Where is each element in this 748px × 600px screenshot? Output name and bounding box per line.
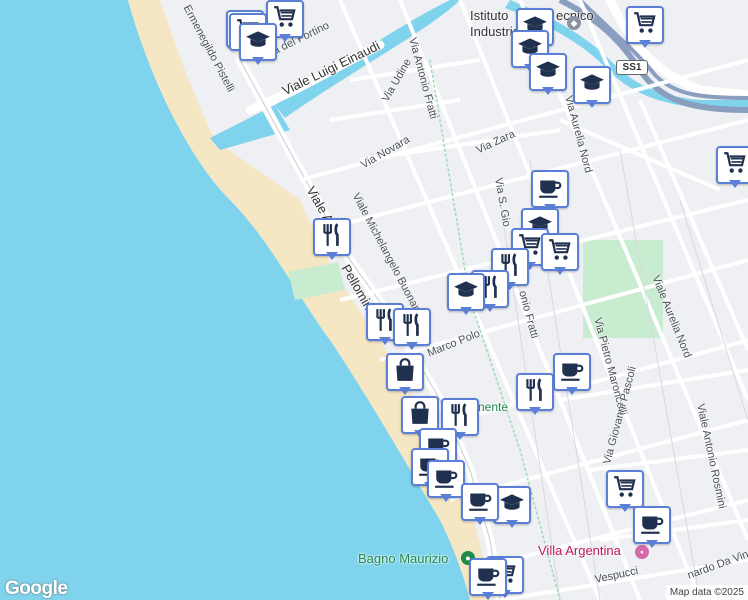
marker-tail xyxy=(586,100,598,108)
cart-icon xyxy=(612,474,638,505)
school-poi-icon[interactable]: ◆ xyxy=(567,16,581,30)
marker-box xyxy=(716,146,748,184)
shopping-bag-icon xyxy=(407,400,433,431)
poi-label-bagno-maurizio: Bagno Maurizio xyxy=(358,551,449,566)
coffee-icon xyxy=(639,510,665,541)
marker-box xyxy=(469,558,507,596)
marker-box xyxy=(516,373,554,411)
map-marker[interactable] xyxy=(633,506,671,550)
marker-tail xyxy=(379,337,391,345)
map-attribution[interactable]: Map data ©2025 xyxy=(665,585,748,600)
marker-box xyxy=(239,23,277,61)
marker-tail xyxy=(326,252,338,260)
marker-tail xyxy=(474,517,486,525)
poi-label-villa-argentina: Villa Argentina xyxy=(538,543,621,558)
marker-box xyxy=(573,66,611,104)
map-marker[interactable] xyxy=(469,558,507,600)
marker-box xyxy=(313,218,351,256)
map-marker[interactable] xyxy=(541,233,579,277)
marker-tail xyxy=(399,387,411,395)
school-icon xyxy=(499,490,525,521)
cart-icon xyxy=(547,237,573,268)
marker-tail xyxy=(566,387,578,395)
school-icon xyxy=(579,70,605,101)
shopping-bag-icon xyxy=(392,357,418,388)
cart-icon xyxy=(632,10,658,41)
school-icon xyxy=(453,277,479,308)
marker-box xyxy=(606,470,644,508)
map-view[interactable]: Ermenegildo Pistelli Viale Luigi Einaudi… xyxy=(0,0,748,600)
map-marker[interactable] xyxy=(573,66,611,110)
marker-box xyxy=(393,308,431,346)
school-icon xyxy=(245,27,271,58)
marker-tail xyxy=(619,504,631,512)
marker-tail xyxy=(646,540,658,548)
marker-tail xyxy=(484,304,496,312)
marker-tail xyxy=(252,57,264,65)
marker-tail xyxy=(406,342,418,350)
coffee-icon xyxy=(475,562,501,593)
marker-box xyxy=(626,6,664,44)
marker-box xyxy=(386,353,424,391)
marker-box xyxy=(529,53,567,91)
coffee-icon xyxy=(559,357,585,388)
map-marker[interactable] xyxy=(427,460,465,504)
ss1-road-shield: SS1 xyxy=(616,60,648,75)
marker-box xyxy=(541,233,579,271)
map-marker[interactable] xyxy=(626,6,664,50)
marker-tail xyxy=(482,592,494,600)
marker-tail xyxy=(506,520,518,528)
map-marker[interactable] xyxy=(386,353,424,397)
marker-tail xyxy=(729,180,741,188)
poi-label-istituto: Istituto xyxy=(470,8,509,23)
map-marker[interactable] xyxy=(239,23,277,67)
map-marker[interactable] xyxy=(553,353,591,397)
marker-tail xyxy=(529,407,541,415)
coffee-icon xyxy=(433,464,459,495)
marker-tail xyxy=(542,87,554,95)
map-marker[interactable] xyxy=(529,53,567,97)
map-marker[interactable] xyxy=(393,308,431,352)
restaurant-icon xyxy=(522,377,548,408)
coffee-icon xyxy=(467,487,493,518)
school-icon xyxy=(535,57,561,88)
marker-box xyxy=(531,170,569,208)
cart-icon xyxy=(722,150,748,181)
map-marker[interactable] xyxy=(313,218,351,262)
map-marker[interactable] xyxy=(716,146,748,190)
restaurant-icon xyxy=(399,312,425,343)
marker-tail xyxy=(440,494,452,502)
coffee-icon xyxy=(537,174,563,205)
google-logo: Google xyxy=(5,578,68,599)
marker-tail xyxy=(639,40,651,48)
marker-tail xyxy=(279,34,291,42)
map-marker[interactable] xyxy=(461,483,499,527)
marker-box xyxy=(633,506,671,544)
marker-box xyxy=(427,460,465,498)
map-marker[interactable] xyxy=(447,273,485,317)
marker-box xyxy=(461,483,499,521)
poi-label-nente: nente xyxy=(478,400,509,414)
marker-box xyxy=(553,353,591,391)
map-marker[interactable] xyxy=(516,373,554,417)
marker-tail xyxy=(554,267,566,275)
marker-box xyxy=(447,273,485,311)
restaurant-icon xyxy=(319,222,345,253)
marker-tail xyxy=(460,307,472,315)
